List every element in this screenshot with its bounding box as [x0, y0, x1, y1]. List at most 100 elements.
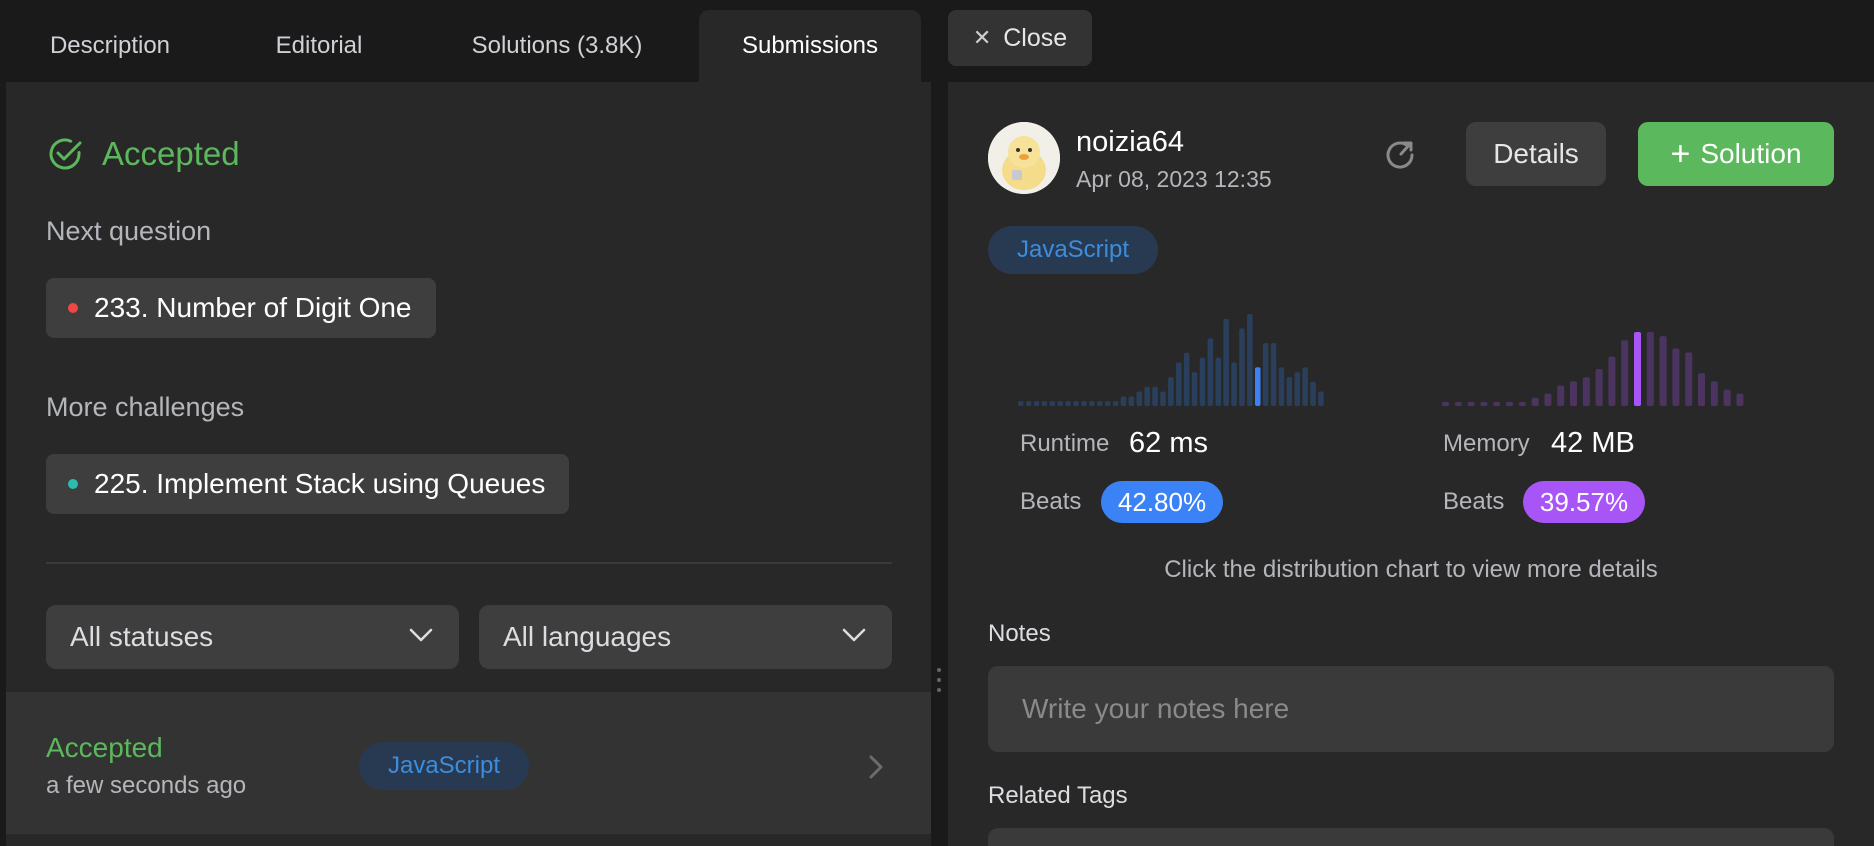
distribution-bar[interactable] [1191, 372, 1198, 406]
distribution-bar[interactable] [1120, 396, 1127, 406]
related-tags-heading: Related Tags [988, 782, 1128, 809]
distribution-bar[interactable] [1231, 362, 1237, 406]
memory-distribution-chart[interactable] [1442, 312, 1752, 408]
submission-result-panel: Accepted Next question 233. Number of Di… [6, 82, 931, 846]
distribution-bar[interactable] [1247, 314, 1253, 406]
distribution-bar[interactable] [1582, 377, 1590, 406]
distribution-bar[interactable] [1286, 376, 1293, 406]
submission-row[interactable]: Accepted a few seconds ago JavaScript [6, 692, 931, 834]
difficulty-dot [68, 479, 78, 489]
chart-hint: Click the distribution chart to view mor… [1164, 556, 1658, 583]
distribution-bar[interactable] [1049, 401, 1056, 406]
distribution-bar[interactable] [1207, 338, 1214, 406]
related-tags-box[interactable] [988, 828, 1834, 846]
distribution-bar[interactable] [1302, 367, 1308, 406]
distribution-bar[interactable] [1152, 386, 1158, 406]
language-badge: JavaScript [988, 226, 1158, 274]
distribution-bar[interactable] [1310, 381, 1316, 406]
distribution-bar[interactable] [1480, 401, 1488, 406]
distribution-bar[interactable] [1057, 401, 1064, 406]
distribution-bar[interactable] [1672, 348, 1680, 406]
distribution-bar[interactable] [1467, 401, 1475, 406]
distribution-bar[interactable] [1128, 396, 1135, 406]
distribution-bar[interactable] [1544, 393, 1552, 406]
more-challenge-link[interactable]: 225. Implement Stack using Queues [46, 454, 570, 514]
distribution-bar[interactable] [1081, 401, 1087, 406]
distribution-bar[interactable] [1223, 318, 1229, 406]
distribution-bar[interactable] [1493, 401, 1501, 406]
distribution-bar[interactable] [1041, 401, 1048, 406]
distribution-bar[interactable] [1255, 367, 1261, 406]
distribution-bar[interactable] [1570, 381, 1577, 406]
distribution-bar[interactable] [1033, 401, 1040, 406]
distribution-bar[interactable] [1199, 357, 1206, 406]
distribution-bar[interactable] [1239, 328, 1245, 406]
panel-resize-handle[interactable] [937, 668, 941, 698]
close-button[interactable]: ✕ Close [948, 10, 1092, 66]
tab-solutions[interactable]: Solutions (3.8K) [424, 10, 690, 82]
avatar[interactable] [988, 122, 1060, 194]
memory-beats-badge: 39.57% [1523, 481, 1645, 523]
distribution-bar[interactable] [1270, 343, 1277, 406]
distribution-bar[interactable] [1506, 401, 1513, 406]
tab-bar: Description Editorial Solutions (3.8K) S… [6, 0, 931, 82]
distribution-bar[interactable] [1176, 362, 1182, 406]
distribution-bar[interactable] [1608, 356, 1616, 406]
distribution-bar[interactable] [1144, 386, 1150, 406]
add-solution-button[interactable]: + Solution [1638, 122, 1834, 186]
distribution-bar[interactable] [1168, 376, 1174, 406]
result-status: Accepted [46, 135, 240, 173]
status-filter-select[interactable]: All statuses [46, 605, 459, 669]
distribution-bar[interactable] [1025, 401, 1032, 406]
distribution-bar[interactable] [1723, 389, 1731, 406]
notes-input[interactable] [988, 666, 1834, 752]
distribution-bar[interactable] [1621, 340, 1629, 406]
distribution-bar[interactable] [1089, 401, 1095, 406]
distribution-bar[interactable] [1634, 332, 1641, 406]
distribution-bar[interactable] [1659, 336, 1667, 406]
tab-description[interactable]: Description [6, 10, 214, 82]
distribution-bar[interactable] [1294, 372, 1301, 406]
submission-status: Accepted [46, 732, 163, 763]
username[interactable]: noizia64 [1076, 126, 1184, 159]
distribution-bar[interactable] [1183, 352, 1190, 406]
language-filter-select[interactable]: All languages [479, 605, 892, 669]
distribution-bar[interactable] [1685, 352, 1693, 406]
memory-label: Memory [1443, 430, 1530, 457]
tab-submissions[interactable]: Submissions [699, 10, 921, 82]
distribution-bar[interactable] [1442, 401, 1449, 406]
distribution-bar[interactable] [1065, 401, 1071, 406]
distribution-bar[interactable] [1698, 373, 1705, 406]
status-title: Accepted [102, 135, 240, 172]
distribution-bar[interactable] [1215, 357, 1222, 406]
distribution-bar[interactable] [1454, 401, 1462, 406]
details-button[interactable]: Details [1466, 122, 1606, 186]
distribution-bar[interactable] [1018, 401, 1024, 406]
runtime-distribution-chart[interactable] [1018, 312, 1328, 408]
difficulty-dot [68, 303, 78, 313]
distribution-bar[interactable] [1646, 332, 1654, 406]
distribution-bar[interactable] [1097, 401, 1103, 406]
distribution-bar[interactable] [1710, 381, 1718, 406]
plus-icon: + [1670, 134, 1691, 173]
tab-editorial[interactable]: Editorial [218, 10, 420, 82]
distribution-bar[interactable] [1112, 401, 1119, 406]
distribution-bar[interactable] [1136, 391, 1143, 406]
language-badge: JavaScript [359, 742, 529, 790]
distribution-bar[interactable] [1736, 393, 1744, 406]
distribution-bar[interactable] [1073, 401, 1079, 406]
next-question-link[interactable]: 233. Number of Digit One [46, 278, 436, 338]
distribution-bar[interactable] [1160, 391, 1166, 406]
submission-detail-panel: noizia64 Apr 08, 2023 12:35 Details + So… [948, 82, 1874, 846]
distribution-bar[interactable] [1595, 369, 1603, 406]
distribution-bar[interactable] [1518, 401, 1526, 406]
distribution-bar[interactable] [1531, 397, 1539, 406]
submission-time: a few seconds ago [46, 772, 247, 799]
distribution-bar[interactable] [1278, 367, 1285, 406]
distribution-bar[interactable] [1262, 343, 1269, 406]
distribution-bar[interactable] [1318, 391, 1324, 406]
distribution-bar[interactable] [1557, 385, 1565, 406]
refresh-icon[interactable] [1382, 137, 1418, 173]
close-icon: ✕ [972, 25, 992, 50]
distribution-bar[interactable] [1104, 401, 1111, 406]
